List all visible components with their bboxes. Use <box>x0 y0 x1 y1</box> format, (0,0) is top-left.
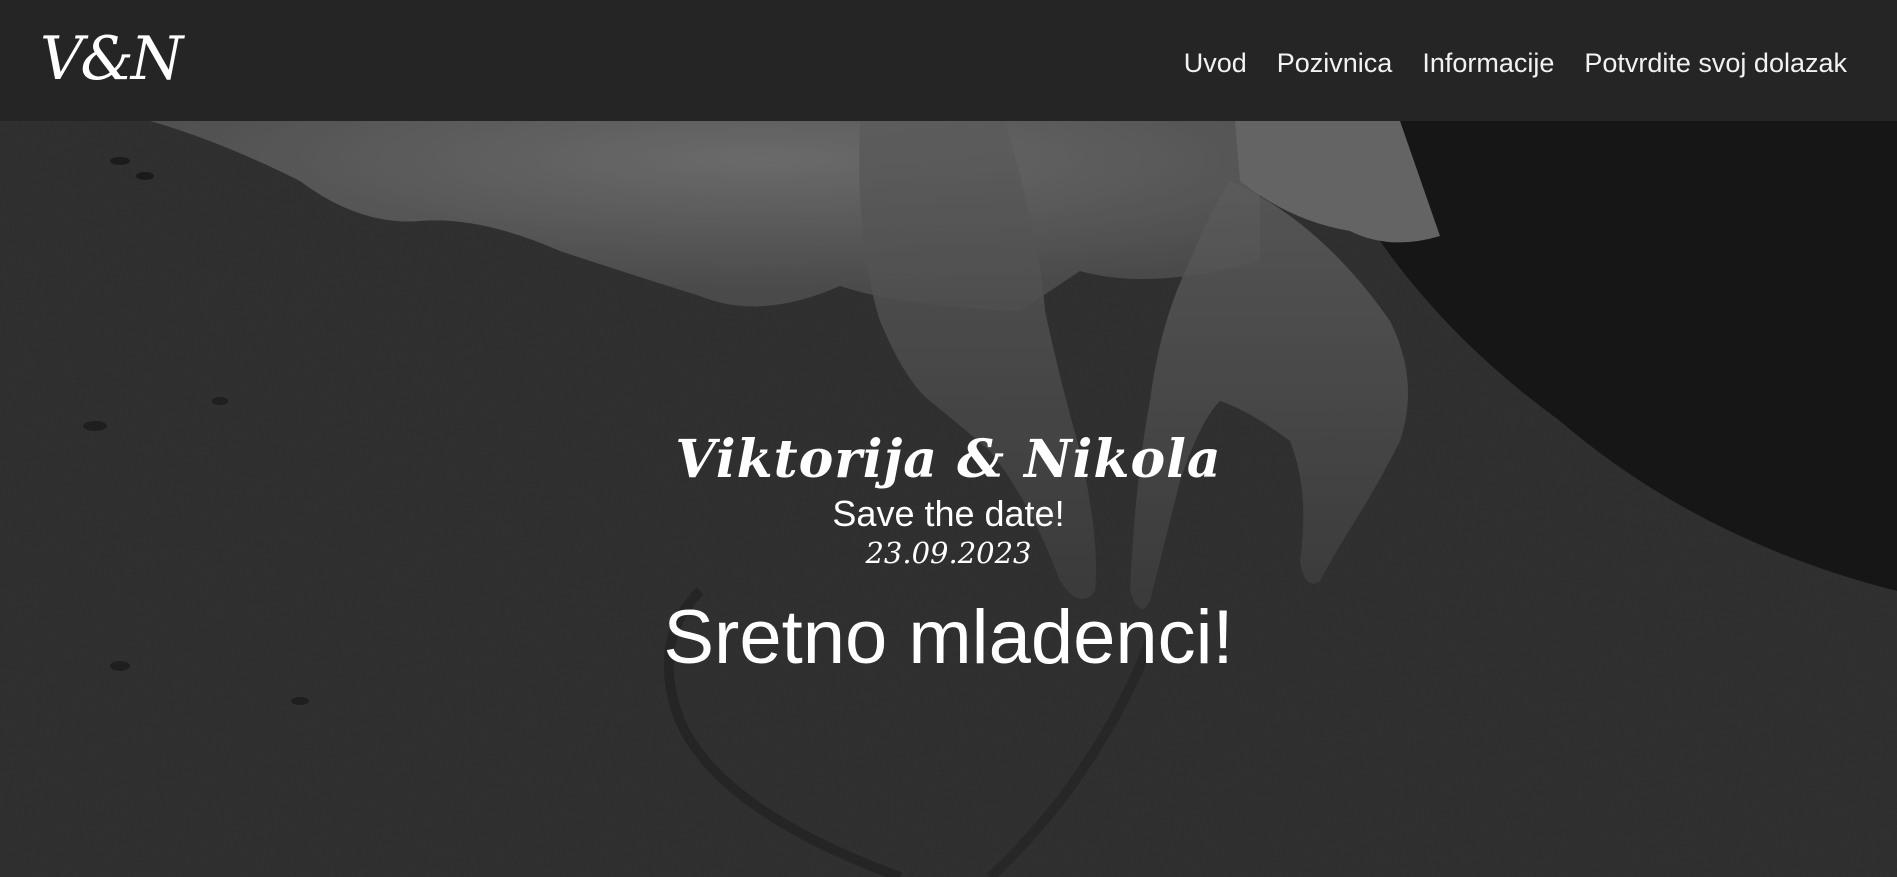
congrats-heading: Sretno mladenci! <box>663 595 1234 680</box>
nav-link-uvod[interactable]: Uvod <box>1184 46 1247 80</box>
hero-section: Viktorija & Nikola Save the date! 23.09.… <box>0 121 1897 877</box>
wedding-date: 23.09.2023 <box>865 536 1032 570</box>
nav-link-potvrdite-dolazak[interactable]: Potvrdite svoj dolazak <box>1584 46 1847 80</box>
save-the-date-text: Save the date! <box>832 493 1065 534</box>
nav-link-informacije[interactable]: Informacije <box>1422 46 1554 80</box>
brand-logo[interactable]: V&N <box>40 22 183 96</box>
couple-names: Viktorija & Nikola <box>675 429 1222 490</box>
main-nav: Uvod Pozivnica Informacije Potvrdite svo… <box>1184 46 1847 80</box>
navbar: V&N Uvod Pozivnica Informacije Potvrdite… <box>0 0 1897 121</box>
hero-content: Viktorija & Nikola Save the date! 23.09.… <box>0 427 1897 683</box>
nav-link-pozivnica[interactable]: Pozivnica <box>1277 46 1393 80</box>
